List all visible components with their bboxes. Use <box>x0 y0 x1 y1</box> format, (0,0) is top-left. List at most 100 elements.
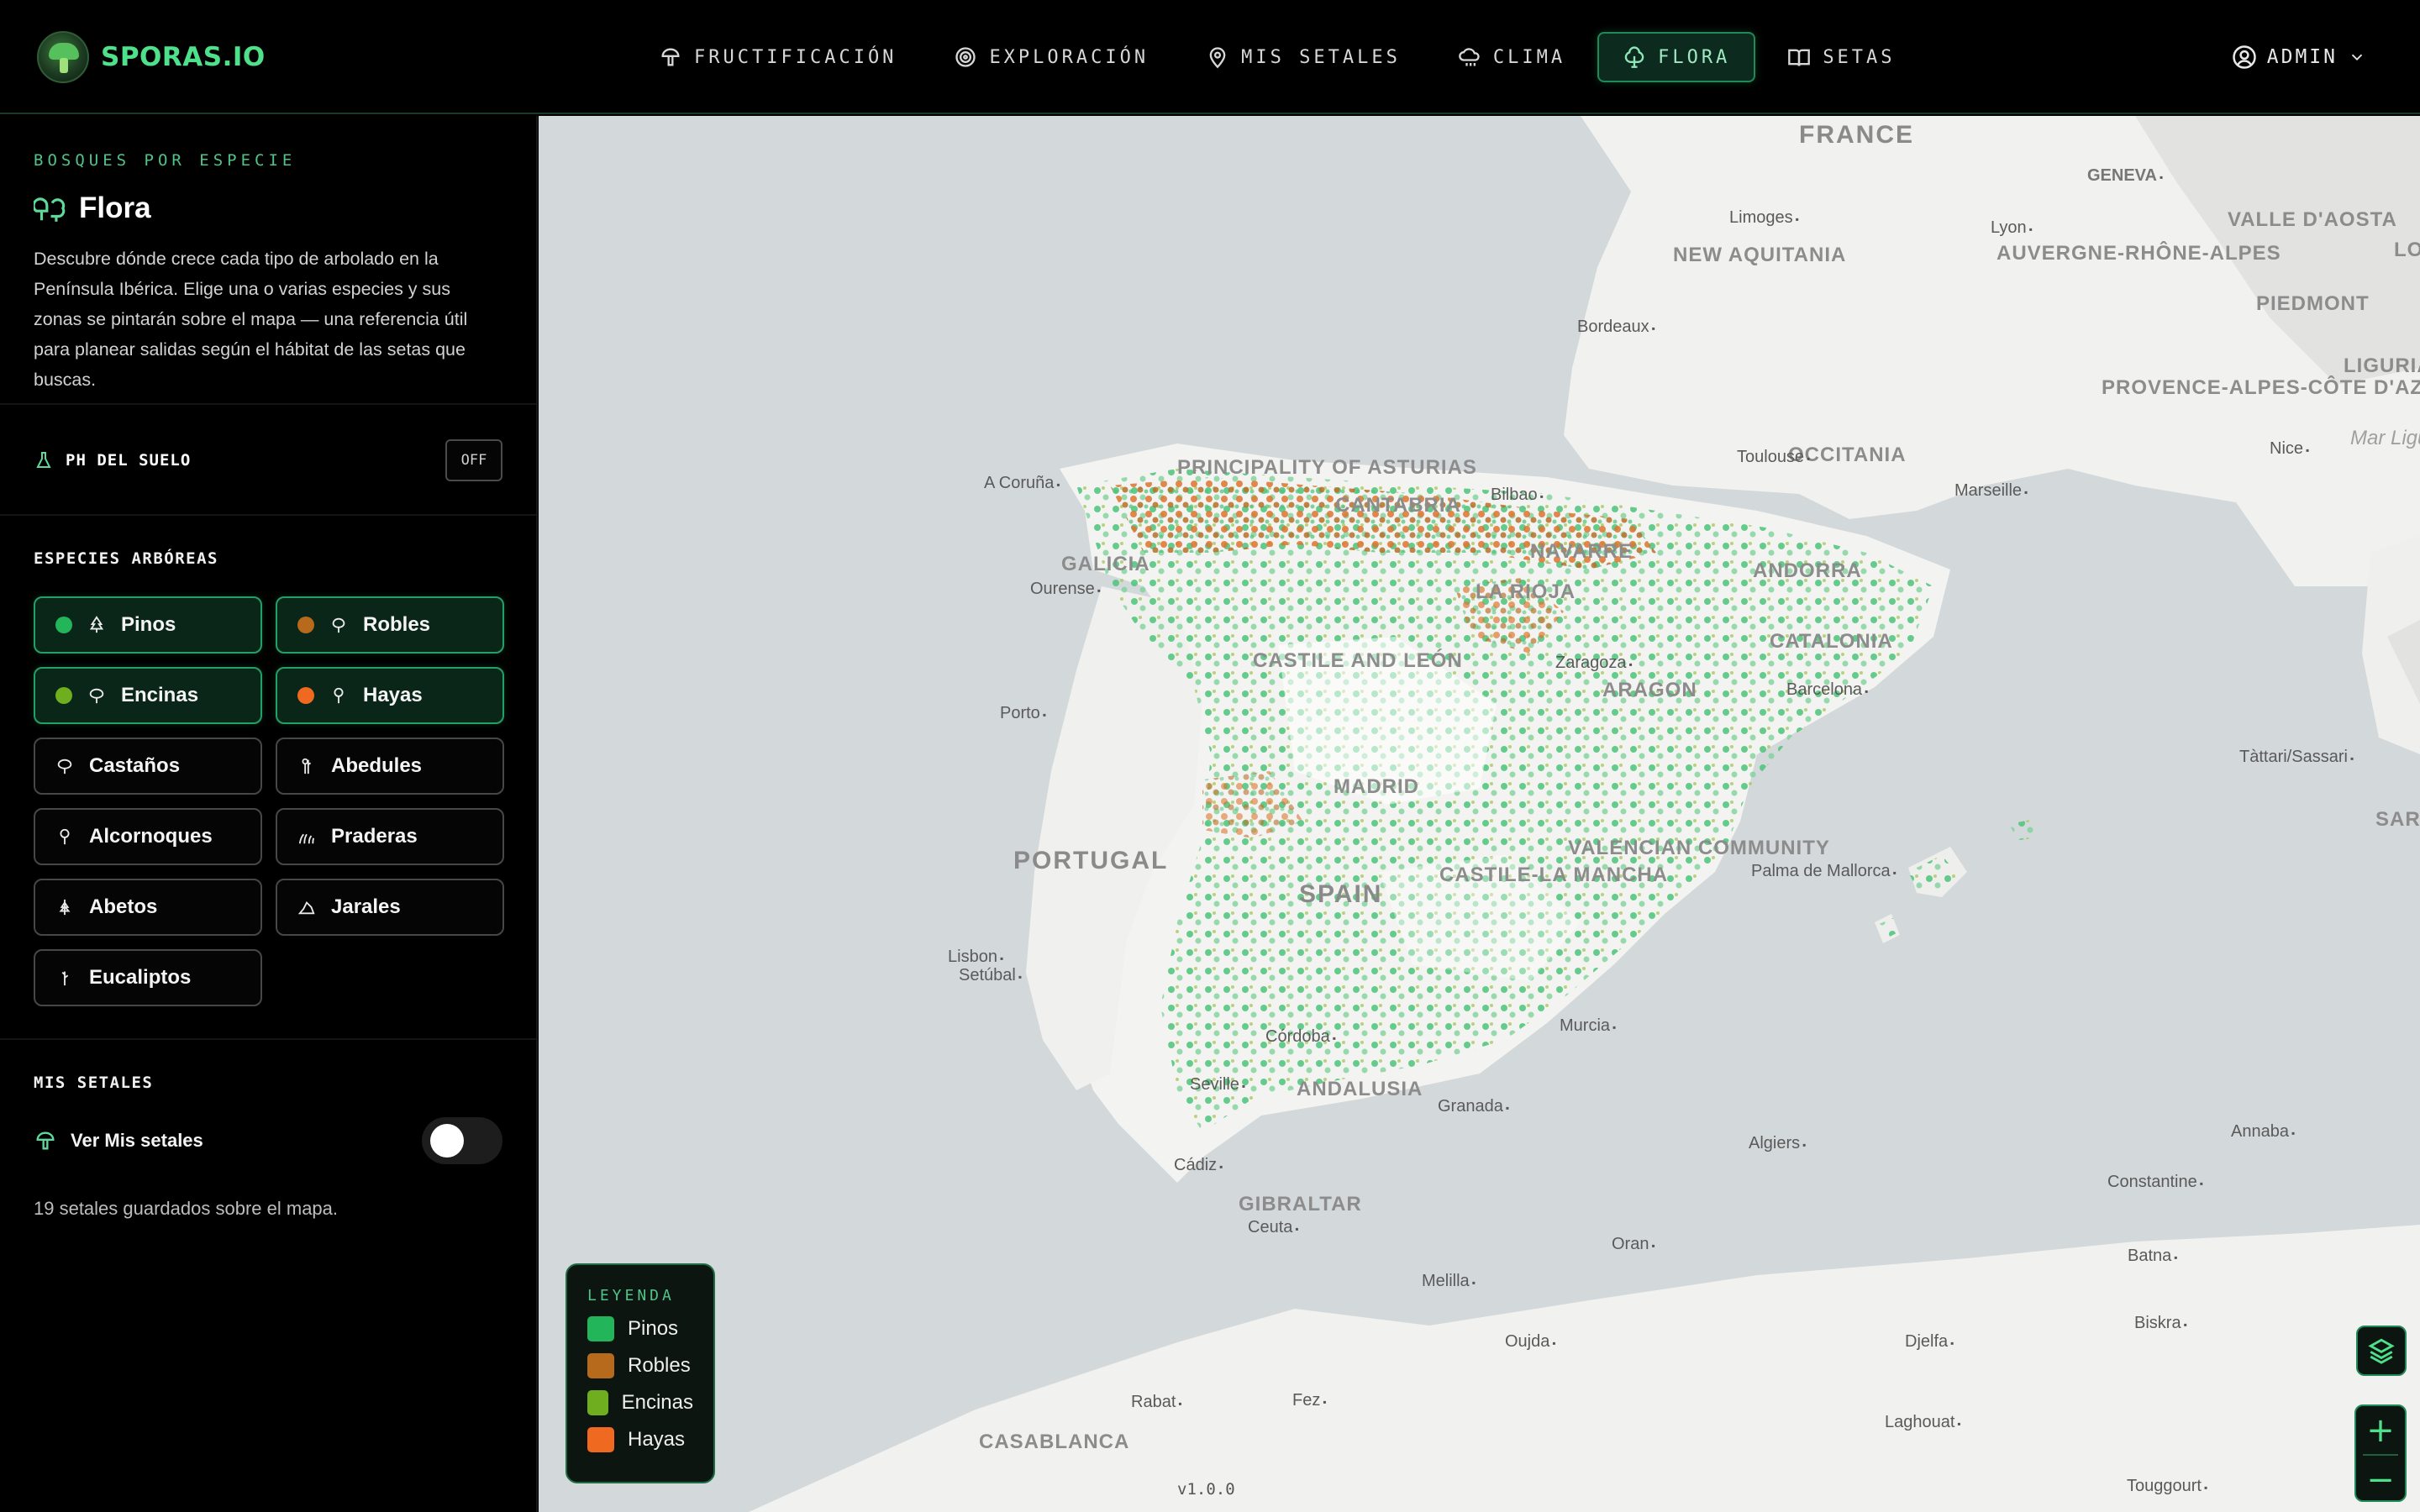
species-label: Encinas <box>121 684 199 706</box>
shrub-icon <box>297 900 315 915</box>
legend-swatch <box>587 1427 614 1452</box>
map-label-city: Djelfa <box>1905 1332 1954 1352</box>
cork-oak-icon <box>60 828 70 845</box>
species-button-hayas[interactable]: Hayas <box>276 667 504 724</box>
map-label-city: Setúbal <box>959 966 1022 985</box>
ph-toggle-button[interactable]: OFF <box>445 439 502 481</box>
map-label-city: Bilbao <box>1491 486 1544 505</box>
map-label-city: Oran <box>1612 1235 1655 1254</box>
map-label-region: GALICIA <box>1061 553 1150 575</box>
chevron-down-icon <box>2351 54 2363 61</box>
map[interactable]: FRANCE PORTUGAL SPAIN NEW AQUITANIA AUVE… <box>539 116 2420 1512</box>
layers-icon <box>2368 1338 2395 1364</box>
nav-label: EXPLORACIÓN <box>989 46 1150 68</box>
nav-label: SETAS <box>1823 46 1896 68</box>
nav-label: MIS SETALES <box>1241 46 1401 68</box>
map-label-region: CASABLANCA <box>979 1431 1130 1453</box>
map-label-region: PRINCIPALITY OF ASTURIAS <box>1177 456 1477 479</box>
map-label-city: Fez <box>1292 1391 1327 1410</box>
map-label-city: Bordeaux <box>1577 318 1655 337</box>
species-button-abetos[interactable]: Abetos <box>34 879 262 936</box>
sidebar: BOSQUES POR ESPECIE Flora Descubre dónde… <box>0 116 538 1512</box>
map-label-sea: Mar Ligure Mer Ligure <box>2350 427 2420 449</box>
nav-item-mis-setales[interactable]: MIS SETALES <box>1181 32 1426 82</box>
map-label-city: Nice <box>2270 439 2309 459</box>
ph-section: PH DEL SUELO OFF <box>34 438 502 482</box>
logo[interactable]: SPORAS.IO <box>37 30 266 84</box>
map-label-region: VALLE D'AOSTA <box>2228 208 2397 231</box>
brand-name: SPORAS.IO <box>101 42 266 72</box>
map-label-city: Algiers <box>1749 1134 1806 1153</box>
map-label-region: ANDORRA <box>1753 559 1862 582</box>
nav-item-clima[interactable]: CLIMA <box>1433 32 1591 82</box>
nav-item-exploracion[interactable]: EXPLORACIÓN <box>929 32 1174 82</box>
species-button-robles[interactable]: Robles <box>276 596 504 654</box>
color-dot <box>55 687 72 704</box>
map-label-city: Laghouat <box>1885 1413 1961 1432</box>
nav-item-flora[interactable]: FLORA <box>1597 32 1756 82</box>
eucalyptus-icon <box>61 971 69 986</box>
birch-icon <box>302 758 312 774</box>
setales-section-label: MIS SETALES <box>34 1074 154 1092</box>
species-button-alcornoques[interactable]: Alcornoques <box>34 808 262 865</box>
map-label-city: Marseille <box>1954 481 2028 501</box>
setales-toggle[interactable] <box>422 1117 502 1164</box>
map-label-city: Melilla <box>1422 1272 1476 1291</box>
species-button-encinas[interactable]: Encinas <box>34 667 262 724</box>
mushroom-icon <box>661 48 680 66</box>
species-label: Castaños <box>89 754 181 777</box>
species-label: Abedules <box>331 754 423 777</box>
species-button-jarales[interactable]: Jarales <box>276 879 504 936</box>
map-label-city: Seville <box>1190 1075 1245 1095</box>
legend-label: Robles <box>628 1354 691 1377</box>
grass-icon <box>298 833 315 844</box>
map-label-city: Rabat <box>1131 1393 1182 1412</box>
legend-swatch <box>587 1353 614 1378</box>
map-label-region: CASTILE-LA MANCHA <box>1439 864 1669 886</box>
map-label-region: GIBRALTAR <box>1239 1193 1362 1215</box>
species-button-abedules[interactable]: Abedules <box>276 738 504 795</box>
species-label: Pinos <box>121 613 176 636</box>
species-button-pinos[interactable]: Pinos <box>34 596 262 654</box>
legend-title: LEYENDA <box>587 1287 675 1305</box>
map-label-region: PROVENCE-ALPES-CÔTE D'AZUR <box>2102 376 2420 399</box>
user-menu[interactable]: ADMIN <box>2232 37 2366 77</box>
map-label-region: NEW AQUITANIA <box>1673 244 1847 266</box>
legend-label: Pinos <box>628 1317 679 1340</box>
legend-swatch <box>587 1390 608 1415</box>
species-button-praderas[interactable]: Praderas <box>276 808 504 865</box>
ph-label: PH DEL SUELO <box>66 451 192 470</box>
book-icon <box>1788 49 1811 66</box>
page-title: Flora <box>79 192 151 224</box>
eyebrow: BOSQUES POR ESPECIE <box>34 151 297 170</box>
zoom-in-button[interactable]: + <box>2356 1406 2405 1454</box>
nav-item-fructificacion[interactable]: FRUCTIFICACIÓN <box>634 32 922 82</box>
map-label-city: Annaba <box>2231 1122 2295 1142</box>
species-label: Hayas <box>363 684 423 706</box>
map-label-city: Cádiz <box>1174 1156 1223 1175</box>
map-label-country: FRANCE <box>1799 121 1914 149</box>
species-label: Praderas <box>331 825 418 848</box>
species-button-castanos[interactable]: Castaños <box>34 738 262 795</box>
divider <box>0 403 536 405</box>
layers-button[interactable] <box>2356 1326 2407 1376</box>
nav-item-setas[interactable]: SETAS <box>1762 32 1920 82</box>
map-label-city: Córdoba <box>1265 1027 1336 1047</box>
map-label-city: Limoges <box>1729 208 1799 228</box>
zoom-out-button[interactable]: − <box>2356 1456 2405 1504</box>
trees-icon <box>34 197 66 222</box>
map-label-city: Zaragoza <box>1555 654 1633 673</box>
map-label-city: Lisbon <box>948 948 1003 967</box>
zoom-control: + − <box>2354 1404 2407 1502</box>
nav-label: CLIMA <box>1492 46 1566 68</box>
legend-item: Hayas <box>587 1427 693 1452</box>
map-label-region: LA RIOJA <box>1476 580 1576 603</box>
species-grid: Pinos Robles Encinas Hayas Castaños Abed… <box>34 596 504 1006</box>
map-label-region: CANTABRIA <box>1335 494 1461 517</box>
map-label-city: Barcelona <box>1786 680 1868 700</box>
map-label-city: GENEVA <box>2087 166 2163 186</box>
user-circle-icon <box>2233 45 2256 69</box>
color-dot <box>297 617 314 633</box>
intro-section: BOSQUES POR ESPECIE Flora Descubre dónde… <box>34 151 502 395</box>
species-button-eucaliptos[interactable]: Eucaliptos <box>34 949 262 1006</box>
